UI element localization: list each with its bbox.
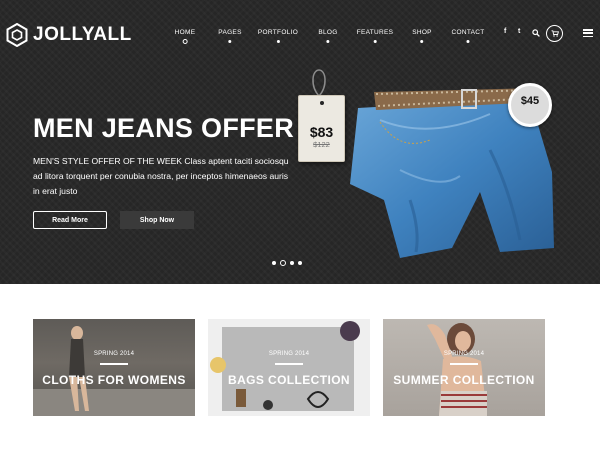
- dropdown-indicator: [326, 40, 330, 43]
- card-divider: [275, 363, 303, 365]
- badge-price: $45: [520, 95, 540, 107]
- nav-item-label: BLOG: [318, 29, 338, 36]
- dropdown-indicator: [276, 40, 280, 43]
- category-card-women[interactable]: SPRING 2014 CLOTHS FOR WOMENS: [33, 319, 195, 416]
- main-navigation: HOME PAGES PORTFOLIO BLOG FEATURES SHOP …: [162, 29, 500, 49]
- card-divider: [450, 363, 478, 365]
- twitter-icon[interactable]: t: [518, 28, 520, 35]
- nav-item-blog[interactable]: BLOG: [318, 29, 337, 43]
- hero-description: MEN'S STYLE OFFER OF THE WEEK Class apte…: [33, 156, 289, 196]
- tag-price: $83: [309, 124, 334, 140]
- nav-item-label: PORTFOLIO: [257, 29, 299, 36]
- card-divider: [100, 363, 128, 365]
- card-photo: [33, 326, 195, 416]
- search-icon[interactable]: [532, 29, 540, 37]
- tag-string: [312, 69, 326, 97]
- card-tag: SPRING 2014: [443, 351, 485, 357]
- round-price-badge: $45: [508, 83, 552, 127]
- dropdown-indicator: [228, 40, 232, 43]
- nav-item-home[interactable]: HOME: [175, 29, 196, 44]
- brand-logo[interactable]: JOLLYALL: [6, 23, 132, 47]
- category-card-bags[interactable]: SPRING 2014 BAGS COLLECTION: [208, 319, 370, 416]
- slider-dot[interactable]: [298, 261, 302, 265]
- dropdown-indicator: [466, 40, 470, 43]
- active-indicator: [182, 39, 188, 44]
- slider-dot[interactable]: [272, 261, 276, 265]
- hero-section: JOLLYALL HOME PAGES PORTFOLIO BLOG FEATU…: [0, 0, 600, 284]
- nav-item-contact[interactable]: CONTACT: [451, 29, 484, 43]
- nav-item-label: PAGES: [218, 29, 242, 36]
- nav-item-shop[interactable]: SHOP: [412, 29, 432, 43]
- cart-button[interactable]: [546, 25, 563, 42]
- shop-now-button[interactable]: Shop Now: [120, 211, 194, 229]
- card-tag: SPRING 2014: [268, 351, 310, 357]
- nav-item-label: HOME: [174, 29, 196, 36]
- card-title: SUMMER COLLECTION: [393, 373, 535, 387]
- nav-item-label: SHOP: [412, 29, 432, 36]
- read-more-button[interactable]: Read More: [33, 211, 107, 229]
- nav-item-features[interactable]: FEATURES: [357, 29, 394, 43]
- nav-item-label: FEATURES: [356, 29, 394, 36]
- price-tag: $83 $122: [298, 95, 345, 162]
- dropdown-indicator: [420, 40, 424, 43]
- card-photo: [427, 323, 487, 416]
- category-card-summer[interactable]: SPRING 2014 SUMMER COLLECTION: [383, 319, 545, 416]
- slider-dot-active[interactable]: [280, 260, 286, 266]
- cart-icon: [551, 30, 559, 37]
- card-tag: SPRING 2014: [93, 351, 135, 357]
- tag-hole: [320, 101, 324, 105]
- nav-item-pages[interactable]: PAGES: [218, 29, 241, 43]
- brand-name: JOLLYALL: [33, 24, 132, 45]
- nav-item-label: CONTACT: [451, 29, 485, 36]
- hexagon-logo-icon: [6, 23, 28, 47]
- card-photo: [210, 321, 360, 411]
- hero-title: MEN JEANS OFFER: [33, 113, 295, 143]
- slider-dot[interactable]: [290, 261, 294, 265]
- nav-item-portfolio[interactable]: PORTFOLIO: [258, 29, 298, 43]
- card-title: CLOTHS FOR WOMENS: [42, 373, 186, 387]
- tag-old-price: $122: [313, 140, 330, 149]
- hamburger-menu-icon[interactable]: [583, 29, 593, 37]
- dropdown-indicator: [373, 40, 377, 43]
- slider-pagination: [272, 260, 302, 266]
- card-title: BAGS COLLECTION: [228, 373, 350, 387]
- facebook-icon[interactable]: f: [504, 28, 506, 35]
